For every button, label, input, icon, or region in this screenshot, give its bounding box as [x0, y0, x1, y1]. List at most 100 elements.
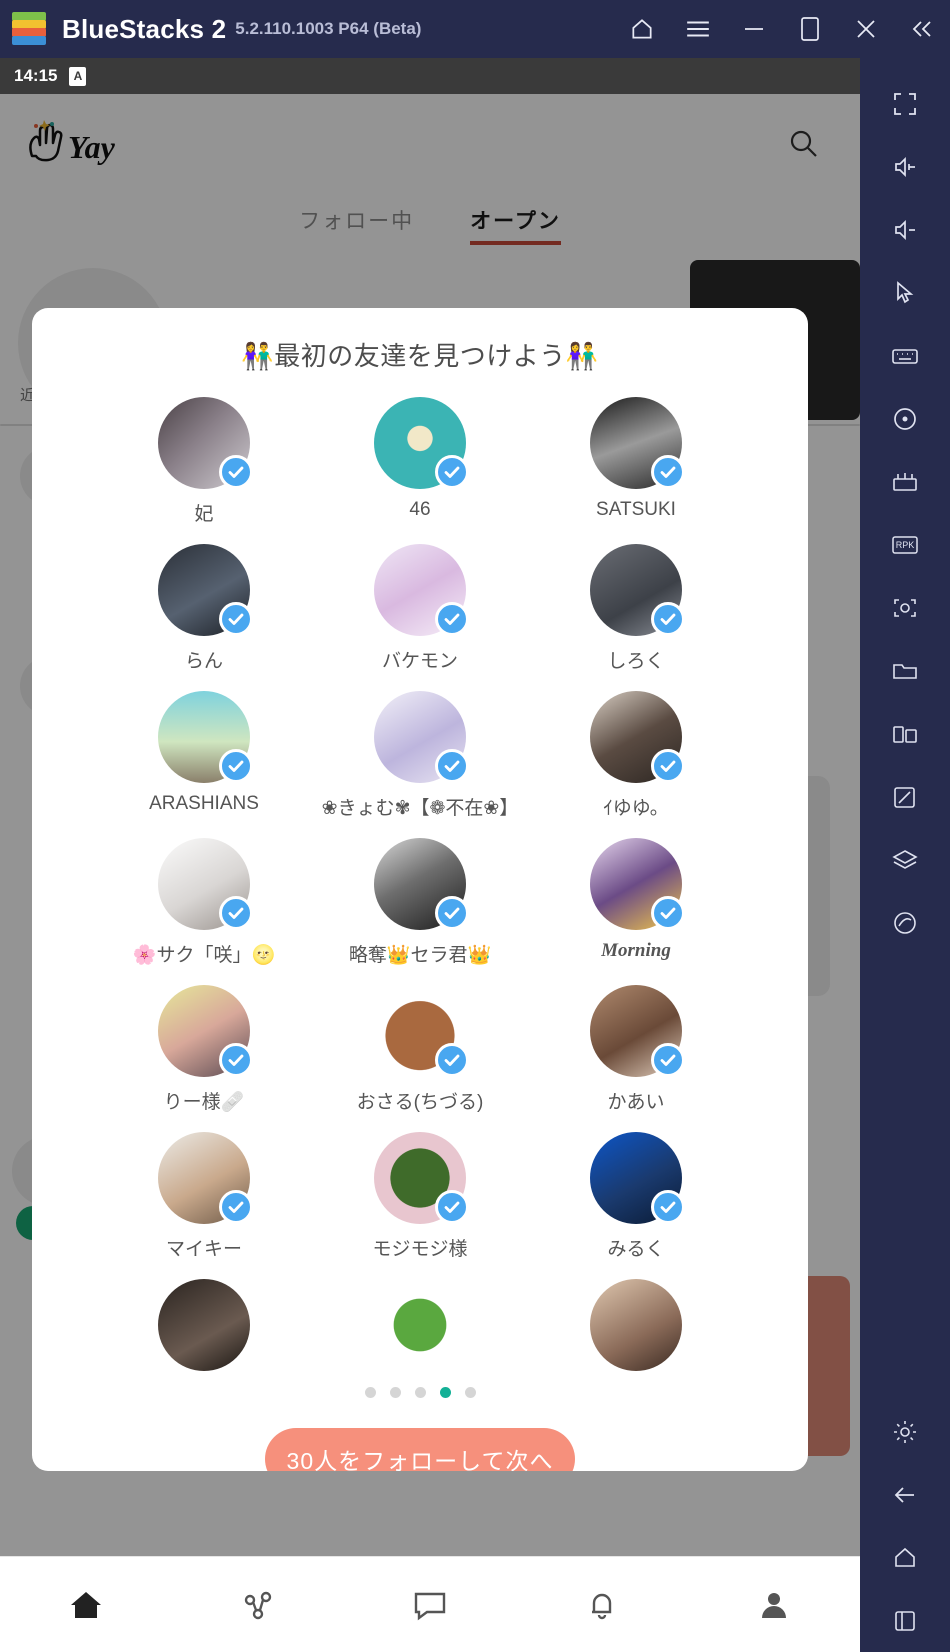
check-icon[interactable]	[435, 602, 469, 636]
avatar[interactable]	[374, 1279, 466, 1371]
minimize-icon[interactable]	[726, 0, 782, 58]
check-icon[interactable]	[651, 1190, 685, 1224]
check-icon[interactable]	[219, 896, 253, 930]
pagination-dots[interactable]	[32, 1387, 808, 1398]
check-icon[interactable]	[219, 1190, 253, 1224]
check-icon[interactable]	[435, 455, 469, 489]
check-icon[interactable]	[651, 1043, 685, 1077]
pagination-dot[interactable]	[414, 1387, 426, 1398]
user-cell[interactable]: おさる(ちづる)	[312, 985, 528, 1114]
pagination-dot[interactable]	[439, 1387, 451, 1398]
check-icon[interactable]	[435, 1043, 469, 1077]
multi-instance-icon[interactable]	[873, 450, 937, 513]
avatar[interactable]	[590, 1132, 685, 1224]
frog-partial-icon	[374, 1279, 466, 1371]
avatar[interactable]	[590, 544, 685, 636]
nav-discover-icon[interactable]	[172, 1588, 344, 1622]
nav-home-icon[interactable]	[0, 1588, 172, 1622]
pointer-icon[interactable]	[873, 261, 937, 324]
user-cell[interactable]: SATSUKI	[528, 397, 744, 526]
pagination-dot[interactable]	[389, 1387, 401, 1398]
avatar[interactable]	[374, 544, 469, 636]
volume-down-icon[interactable]	[873, 198, 937, 261]
avatar[interactable]	[590, 985, 685, 1077]
avatar[interactable]	[158, 397, 253, 489]
bluestacks-logo-icon	[12, 12, 46, 46]
settings-icon[interactable]	[873, 1400, 937, 1463]
user-cell[interactable]: しろく	[528, 544, 744, 673]
avatar[interactable]	[590, 1279, 682, 1371]
check-icon[interactable]	[651, 602, 685, 636]
check-icon[interactable]	[219, 1043, 253, 1077]
user-cell[interactable]: 略奪👑セラ君👑	[312, 838, 528, 967]
avatar[interactable]	[374, 1132, 469, 1224]
user-cell[interactable]: 46	[312, 397, 528, 526]
user-cell[interactable]: バケモン	[312, 544, 528, 673]
avatar[interactable]	[590, 397, 685, 489]
avatar[interactable]	[158, 691, 253, 783]
volume-up-icon[interactable]	[873, 135, 937, 198]
nav-chat-icon[interactable]	[344, 1588, 516, 1622]
close-icon[interactable]	[838, 0, 894, 58]
check-icon[interactable]	[651, 455, 685, 489]
follow-and-next-button[interactable]: 30人をフォローして次へ	[265, 1428, 575, 1471]
pagination-dot[interactable]	[364, 1387, 376, 1398]
user-cell[interactable]: かあい	[528, 985, 744, 1114]
home-icon[interactable]	[614, 0, 670, 58]
find-friends-modal: 👫最初の友達を見つけよう👫 妃 46 SATSUKI らん バケモン しろく ARASHIA…	[32, 308, 808, 1471]
avatar[interactable]	[158, 544, 253, 636]
avatar[interactable]	[158, 1132, 253, 1224]
maximize-icon[interactable]	[782, 0, 838, 58]
user-cell[interactable]: ❀きょむ✾【❁不在❀】	[312, 691, 528, 820]
back-icon[interactable]	[873, 1463, 937, 1526]
user-cell[interactable]: Morning	[528, 838, 744, 967]
check-icon[interactable]	[435, 749, 469, 783]
avatar[interactable]	[374, 691, 469, 783]
check-icon[interactable]	[651, 749, 685, 783]
menu-icon[interactable]	[670, 0, 726, 58]
avatar[interactable]	[374, 838, 469, 930]
recents-icon[interactable]	[873, 1589, 937, 1652]
check-icon[interactable]	[219, 455, 253, 489]
nav-profile-icon[interactable]	[688, 1588, 860, 1622]
avatar[interactable]	[374, 985, 469, 1077]
apk-install-icon[interactable]: RPK	[873, 513, 937, 576]
avatar[interactable]	[158, 838, 253, 930]
folder-icon[interactable]	[873, 639, 937, 702]
home-nav-icon[interactable]	[873, 1526, 937, 1589]
user-cell[interactable]: マイキー	[96, 1132, 312, 1261]
avatar[interactable]	[590, 838, 685, 930]
check-icon[interactable]	[651, 896, 685, 930]
check-icon[interactable]	[219, 602, 253, 636]
keyboard-icon[interactable]	[873, 324, 937, 387]
avatar[interactable]	[590, 691, 685, 783]
user-cell[interactable]	[312, 1279, 528, 1371]
avatar[interactable]	[158, 1279, 250, 1371]
layers-icon[interactable]	[873, 828, 937, 891]
user-cell[interactable]: ｲゆゆ。	[528, 691, 744, 820]
user-cell[interactable]: みるく	[528, 1132, 744, 1261]
user-cell[interactable]: らん	[96, 544, 312, 673]
resize-icon[interactable]	[873, 702, 937, 765]
avatar[interactable]	[374, 397, 469, 489]
check-icon[interactable]	[435, 1190, 469, 1224]
fullscreen-icon[interactable]	[873, 72, 937, 135]
user-cell[interactable]: りー様🩹	[96, 985, 312, 1114]
user-cell[interactable]	[528, 1279, 744, 1371]
pagination-dot[interactable]	[464, 1387, 476, 1398]
screenshot-icon[interactable]	[873, 576, 937, 639]
user-cell[interactable]	[96, 1279, 312, 1371]
check-icon[interactable]	[219, 749, 253, 783]
user-cell[interactable]: ARASHIANS	[96, 691, 312, 820]
user-cell[interactable]: モジモジ様	[312, 1132, 528, 1261]
user-cell[interactable]: 🌸サク「咲」🌝	[96, 838, 312, 967]
user-cell[interactable]: 妃	[96, 397, 312, 526]
collapse-icon[interactable]	[894, 0, 950, 58]
check-icon[interactable]	[435, 896, 469, 930]
modal-title: 👫最初の友達を見つけよう👫	[241, 341, 599, 371]
eco-mode-icon[interactable]	[873, 891, 937, 954]
rotate-icon[interactable]	[873, 387, 937, 450]
avatar[interactable]	[158, 985, 253, 1077]
nav-bell-icon[interactable]	[516, 1588, 688, 1622]
macro-icon[interactable]	[873, 765, 937, 828]
